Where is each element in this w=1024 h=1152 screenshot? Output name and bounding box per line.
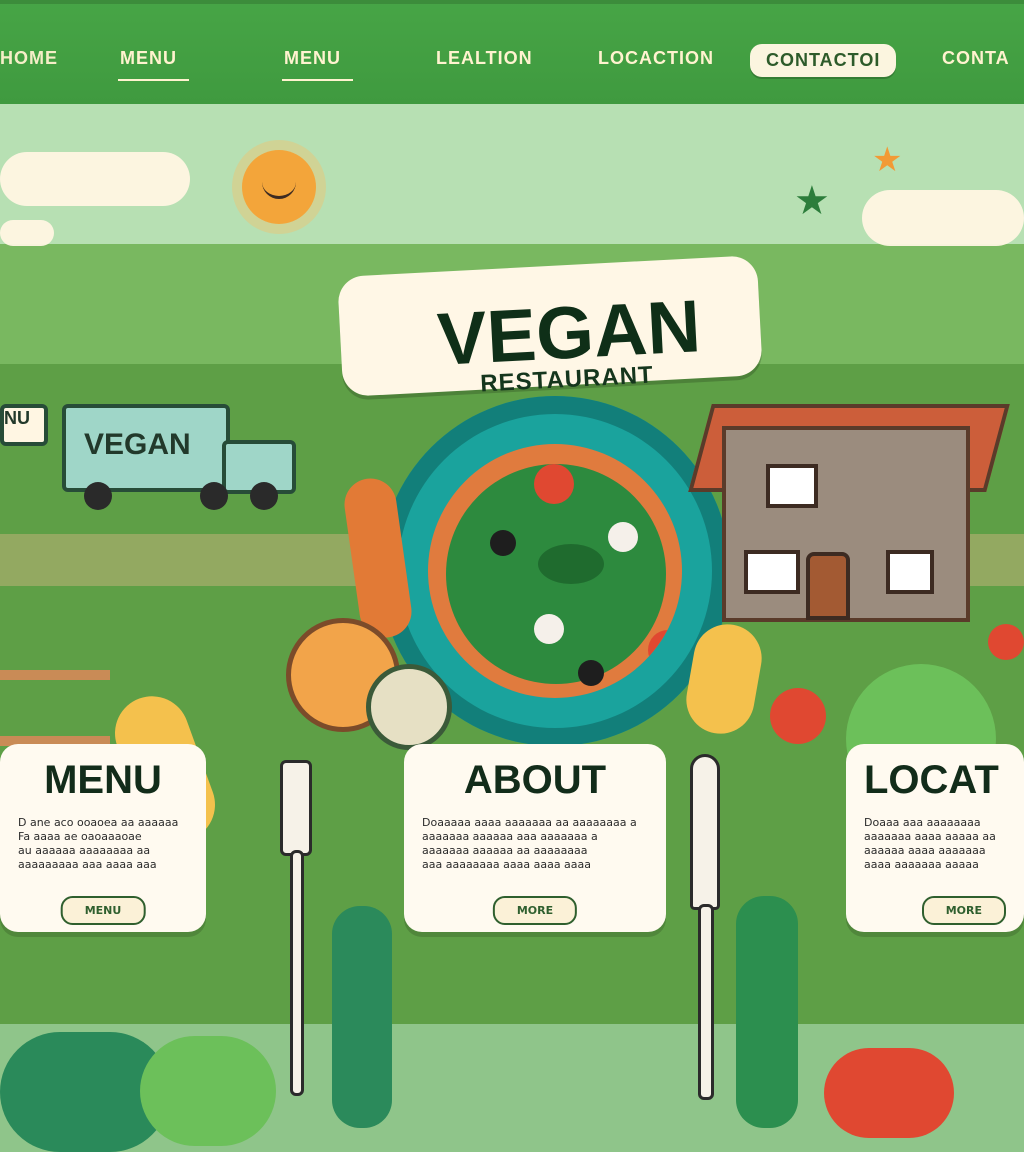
star-icon: ★ xyxy=(794,178,830,224)
menu-card-title: MENU xyxy=(44,758,162,802)
tomato-icon xyxy=(770,688,826,744)
menu-card-line: Fa aaaa ae oaoaaaoae xyxy=(18,830,142,843)
truck-wheel-icon xyxy=(84,482,112,510)
cucumber-icon xyxy=(736,896,798,1128)
location-card-button[interactable]: MORE xyxy=(921,896,1006,925)
tomato-icon xyxy=(988,624,1024,660)
fork-icon xyxy=(270,760,316,1096)
location-card-text: Doaaa aaa aaaaaaaa aaaaaaa aaaa aaaaa aa… xyxy=(864,816,1006,872)
house-window xyxy=(766,464,818,508)
radish-icon xyxy=(608,522,638,552)
about-card-line: aaa aaaaaaaa aaaa aaaa aaaa xyxy=(422,858,592,871)
olive-icon xyxy=(490,530,516,556)
nav-contact-partial[interactable]: CONTA xyxy=(942,48,1010,69)
nav-menu-2[interactable]: MENU xyxy=(282,48,353,81)
tomato-icon xyxy=(648,630,682,670)
knife-icon xyxy=(680,754,724,1100)
location-card: LOCAT Doaaa aaa aaaaaaaa aaaaaaa aaaa aa… xyxy=(846,744,1024,932)
fence xyxy=(0,670,110,746)
location-card-line: Doaaa aaa aaaaaaaa xyxy=(864,816,981,829)
top-navigation: HOME MENU MENU LEALTION LOCACTION CONTAC… xyxy=(0,0,1024,104)
salad-plate xyxy=(428,444,682,698)
nav-lealtion[interactable]: LEALTION xyxy=(436,48,533,69)
house-door xyxy=(806,552,850,620)
menu-card: MENU D ane aco ooaoea aa aaaaaa Fa aaaa … xyxy=(0,744,206,932)
menu-card-line: au aaaaaa aaaaaaaa aa xyxy=(18,844,151,857)
cabbage-icon xyxy=(140,1036,276,1146)
menu-card-line: aaaaaaaaa aaa aaaa aaa xyxy=(18,858,157,871)
about-card-line: aaaaaaa aaaaaa aa aaaaaaaa xyxy=(422,844,588,857)
about-card: ABOUT Doaaaaa aaaa aaaaaaa aa aaaaaaaa a… xyxy=(404,744,666,932)
menu-card-line: D ane aco ooaoea aa aaaaaa xyxy=(18,816,179,829)
about-card-title: ABOUT xyxy=(463,758,607,802)
about-card-text: Doaaaaa aaaa aaaaaaa aa aaaaaaaa a aaaaa… xyxy=(422,816,648,872)
menu-card-text: D ane aco ooaoea aa aaaaaa Fa aaaa ae oa… xyxy=(18,816,188,872)
location-card-line: aaaa aaaaaaa aaaaa xyxy=(864,858,979,871)
nav-location[interactable]: LOCACTION xyxy=(598,48,714,69)
location-card-line: aaaaaa aaaa aaaaaaa xyxy=(864,844,986,857)
truck-wheel-icon xyxy=(250,482,278,510)
location-card-line: aaaaaaa aaaa aaaaa aa xyxy=(864,830,996,843)
cloud xyxy=(0,152,190,206)
truck-wheel-icon xyxy=(200,482,228,510)
basil-icon xyxy=(538,544,604,584)
radish-icon xyxy=(534,614,564,644)
tomato-icon xyxy=(534,464,574,504)
cucumber-slice-icon xyxy=(366,664,452,750)
star-icon: ★ xyxy=(872,140,903,180)
house-window xyxy=(886,550,934,594)
about-card-button[interactable]: MORE xyxy=(492,896,578,925)
nav-home[interactable]: HOME xyxy=(0,48,58,69)
menu-card-button[interactable]: MENU xyxy=(60,896,146,925)
truck-sign-text: NU xyxy=(4,408,30,428)
nav-contact-button[interactable]: CONTACTOI xyxy=(750,44,897,77)
about-card-line: Doaaaaa aaaa aaaaaaa aa aaaaaaaa a xyxy=(422,816,637,829)
cucumber-icon xyxy=(332,906,392,1128)
truck-label: VEGAN xyxy=(84,428,191,461)
cloud xyxy=(0,220,54,246)
hero-banner: VEGAN RESTAURANT xyxy=(300,255,820,402)
house-window xyxy=(744,550,800,594)
olive-icon xyxy=(578,660,604,686)
tomato-icon xyxy=(824,1048,954,1138)
location-card-title: LOCAT xyxy=(864,758,999,802)
about-card-line: aaaaaaa aaaaaa aaa aaaaaaa a xyxy=(422,830,598,843)
nav-menu[interactable]: MENU xyxy=(118,48,189,81)
cloud xyxy=(862,190,1024,246)
